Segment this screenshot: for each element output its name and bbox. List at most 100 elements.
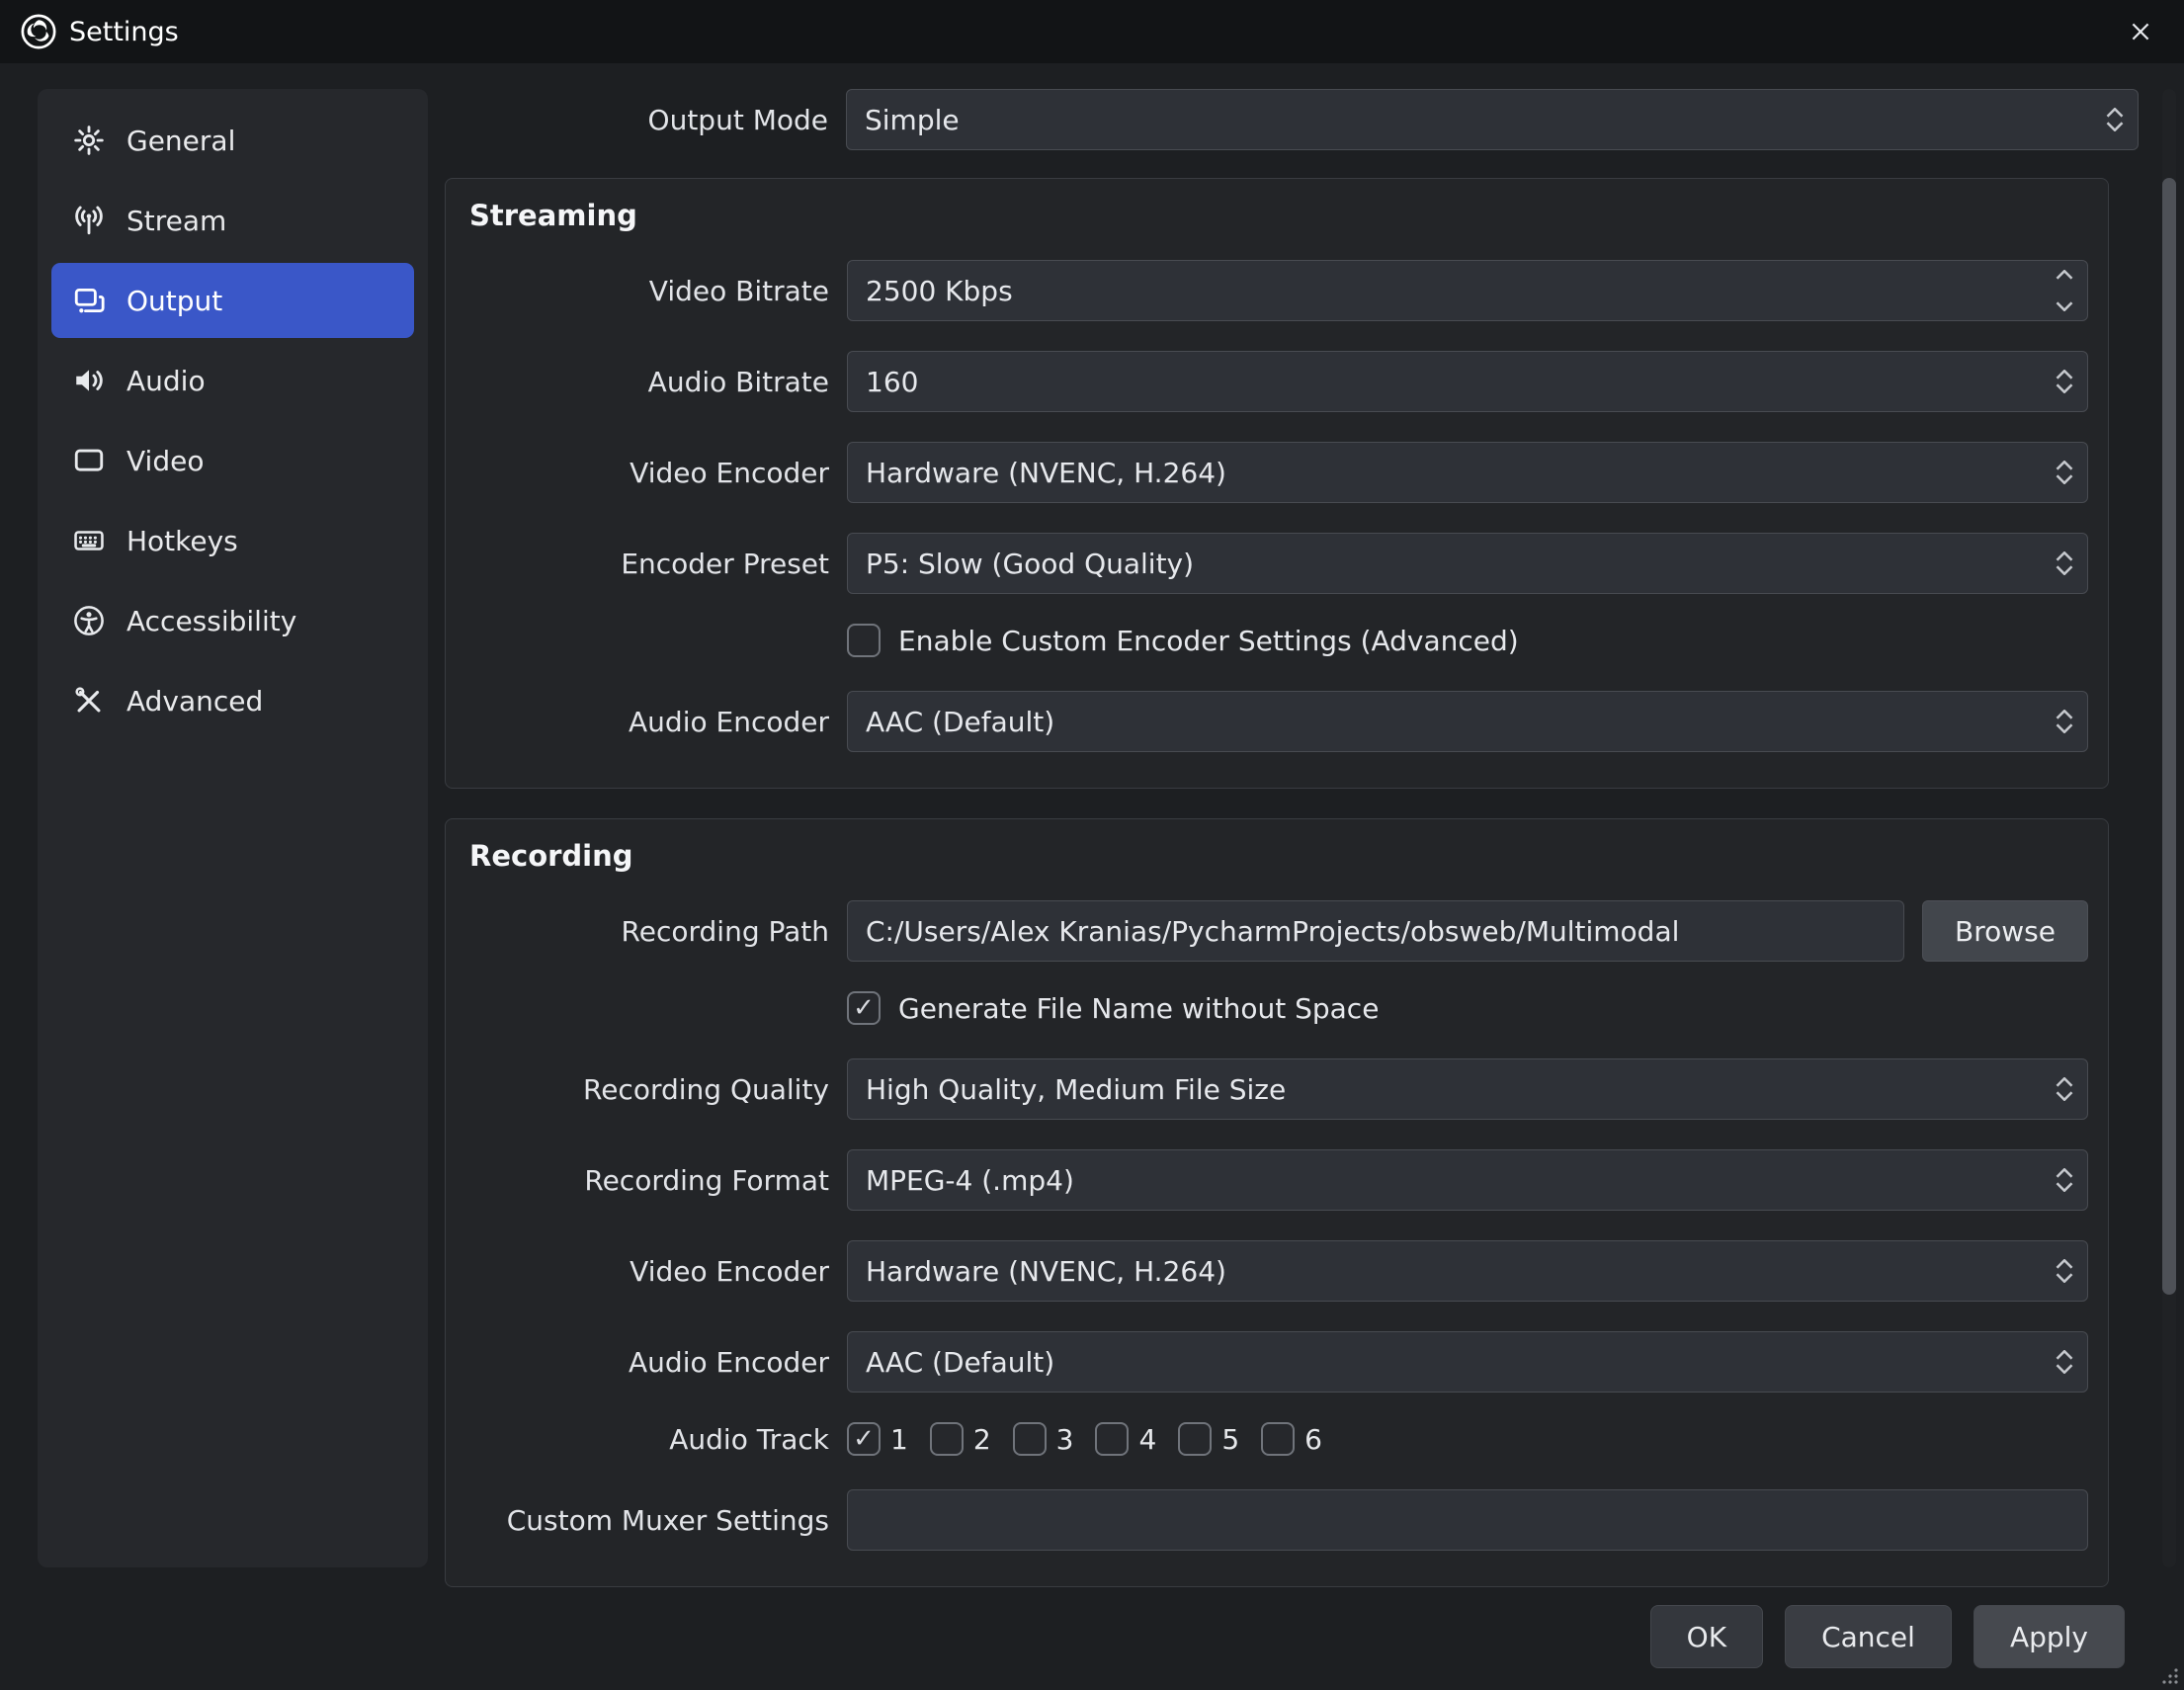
audio-bitrate-label: Audio Bitrate xyxy=(446,366,829,398)
streaming-audio-encoder-label: Audio Encoder xyxy=(446,706,829,738)
recording-audio-encoder-label: Audio Encoder xyxy=(446,1346,829,1379)
recording-quality-value: High Quality, Medium File Size xyxy=(866,1073,1286,1106)
audio-bitrate-value: 160 xyxy=(866,366,918,398)
sidebar-item-label: Advanced xyxy=(126,685,263,718)
streaming-video-encoder-label: Video Encoder xyxy=(446,457,829,489)
recording-quality-select[interactable]: High Quality, Medium File Size xyxy=(847,1058,2088,1120)
sidebar-item-label: General xyxy=(126,125,235,157)
video-bitrate-label: Video Bitrate xyxy=(446,275,829,307)
settings-sidebar: General Stream Output Audio Video Hotkey… xyxy=(38,89,428,1567)
audio-track-5-checkbox[interactable] xyxy=(1178,1422,1212,1456)
resize-grip-icon[interactable] xyxy=(2158,1664,2180,1686)
recording-video-encoder-select[interactable]: Hardware (NVENC, H.264) xyxy=(847,1240,2088,1302)
audio-track-6-number: 6 xyxy=(1304,1423,1322,1456)
broadcast-icon xyxy=(71,203,107,238)
streaming-video-encoder-value: Hardware (NVENC, H.264) xyxy=(866,457,1226,489)
audio-track-3: 3 xyxy=(1013,1422,1074,1456)
recording-format-label: Recording Format xyxy=(446,1164,829,1197)
gear-icon xyxy=(71,123,107,158)
recording-path-input[interactable]: C:/Users/Alex Kranias/PycharmProjects/ob… xyxy=(847,900,1904,962)
recording-format-value: MPEG-4 (.mp4) xyxy=(866,1164,1074,1197)
chevron-updown-icon xyxy=(2056,1259,2073,1283)
audio-track-6: 6 xyxy=(1261,1422,1322,1456)
sidebar-item-accessibility[interactable]: Accessibility xyxy=(51,583,414,658)
chevron-updown-icon xyxy=(2056,370,2073,393)
audio-track-4: 4 xyxy=(1095,1422,1156,1456)
no-space-label: Generate File Name without Space xyxy=(898,992,1379,1025)
speaker-icon xyxy=(71,363,107,398)
recording-quality-label: Recording Quality xyxy=(446,1073,829,1106)
recording-group: Recording Recording Path C:/Users/Alex K… xyxy=(445,818,2109,1587)
chevron-updown-icon xyxy=(2056,1077,2073,1101)
audio-track-2-checkbox[interactable] xyxy=(930,1422,964,1456)
encoder-preset-value: P5: Slow (Good Quality) xyxy=(866,548,1194,580)
tools-icon xyxy=(71,683,107,718)
chevron-updown-icon xyxy=(2056,461,2073,484)
custom-encoder-checkbox[interactable] xyxy=(847,624,881,657)
accessibility-icon xyxy=(71,603,107,638)
audio-track-4-number: 4 xyxy=(1138,1423,1156,1456)
audio-track-2: 2 xyxy=(930,1422,991,1456)
streaming-group-title: Streaming xyxy=(469,199,2088,232)
audio-track-2-number: 2 xyxy=(973,1423,991,1456)
audio-track-3-checkbox[interactable] xyxy=(1013,1422,1047,1456)
streaming-audio-encoder-value: AAC (Default) xyxy=(866,706,1054,738)
chevron-updown-icon xyxy=(2056,1168,2073,1192)
cancel-button[interactable]: Cancel xyxy=(1785,1605,1952,1668)
sidebar-item-label: Accessibility xyxy=(126,605,296,637)
ok-button[interactable]: OK xyxy=(1650,1605,1763,1668)
sidebar-item-label: Audio xyxy=(126,365,206,397)
keyboard-icon xyxy=(71,523,107,558)
sidebar-item-stream[interactable]: Stream xyxy=(51,183,414,258)
close-icon[interactable] xyxy=(2117,8,2164,55)
recording-video-encoder-label: Video Encoder xyxy=(446,1255,829,1288)
streaming-audio-encoder-select[interactable]: AAC (Default) xyxy=(847,691,2088,752)
audio-bitrate-select[interactable]: 160 xyxy=(847,351,2088,412)
recording-video-encoder-value: Hardware (NVENC, H.264) xyxy=(866,1255,1226,1288)
audio-track-4-checkbox[interactable] xyxy=(1095,1422,1129,1456)
sidebar-item-label: Output xyxy=(126,285,222,317)
sidebar-item-label: Stream xyxy=(126,205,226,237)
chevron-updown-icon xyxy=(2056,551,2073,575)
window-title: Settings xyxy=(69,17,179,47)
output-mode-select[interactable]: Simple xyxy=(846,89,2139,150)
streaming-group: Streaming Video Bitrate 2500 Kbps Audio … xyxy=(445,178,2109,789)
output-icon xyxy=(71,283,107,318)
recording-group-title: Recording xyxy=(469,839,2088,873)
recording-audio-encoder-select[interactable]: AAC (Default) xyxy=(847,1331,2088,1393)
audio-track-options: 1 2 3 4 5 xyxy=(847,1422,1322,1456)
chevron-updown-icon xyxy=(2106,108,2124,131)
sidebar-item-advanced[interactable]: Advanced xyxy=(51,663,414,738)
output-mode-label: Output Mode xyxy=(428,104,828,136)
audio-track-1-checkbox[interactable] xyxy=(847,1422,881,1456)
recording-format-select[interactable]: MPEG-4 (.mp4) xyxy=(847,1149,2088,1211)
custom-muxer-label: Custom Muxer Settings xyxy=(446,1504,829,1537)
browse-button[interactable]: Browse xyxy=(1922,900,2088,962)
sidebar-item-output[interactable]: Output xyxy=(51,263,414,338)
audio-track-6-checkbox[interactable] xyxy=(1261,1422,1295,1456)
audio-track-5: 5 xyxy=(1178,1422,1239,1456)
encoder-preset-select[interactable]: P5: Slow (Good Quality) xyxy=(847,533,2088,594)
chevron-updown-icon xyxy=(2056,1350,2073,1374)
sidebar-item-label: Video xyxy=(126,445,204,477)
encoder-preset-label: Encoder Preset xyxy=(446,548,829,580)
sidebar-item-audio[interactable]: Audio xyxy=(51,343,414,418)
sidebar-item-hotkeys[interactable]: Hotkeys xyxy=(51,503,414,578)
audio-track-5-number: 5 xyxy=(1221,1423,1239,1456)
audio-track-1: 1 xyxy=(847,1422,908,1456)
custom-muxer-input[interactable] xyxy=(847,1489,2088,1551)
audio-track-3-number: 3 xyxy=(1056,1423,1074,1456)
spinner-arrows-icon xyxy=(2056,261,2073,320)
video-bitrate-value: 2500 Kbps xyxy=(866,275,1013,307)
no-space-checkbox[interactable] xyxy=(847,991,881,1025)
display-icon xyxy=(71,443,107,478)
obs-logo-icon xyxy=(20,13,57,50)
scrollbar-thumb[interactable] xyxy=(2162,178,2176,1295)
sidebar-item-video[interactable]: Video xyxy=(51,423,414,498)
sidebar-item-general[interactable]: General xyxy=(51,103,414,178)
audio-track-1-number: 1 xyxy=(890,1423,908,1456)
video-bitrate-spinner[interactable]: 2500 Kbps xyxy=(847,260,2088,321)
streaming-video-encoder-select[interactable]: Hardware (NVENC, H.264) xyxy=(847,442,2088,503)
sidebar-item-label: Hotkeys xyxy=(126,525,238,557)
apply-button[interactable]: Apply xyxy=(1974,1605,2125,1668)
